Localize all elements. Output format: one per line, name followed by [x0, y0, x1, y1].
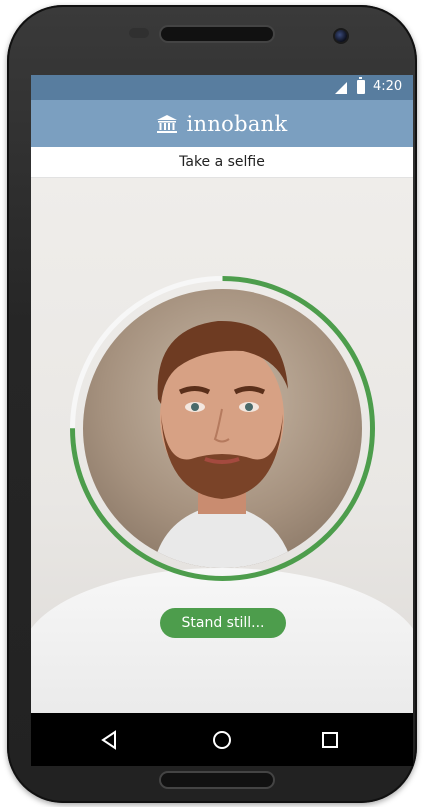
proximity-sensor [129, 28, 149, 38]
status-time: 4:20 [373, 79, 403, 94]
status-badge: Stand still... [160, 608, 286, 638]
battery-charging-icon [357, 77, 365, 94]
bottom-speaker [161, 773, 273, 787]
selfie-preview [83, 289, 362, 568]
home-icon[interactable] [208, 726, 236, 754]
front-camera-icon [335, 30, 347, 42]
page-title: Take a selfie [31, 147, 413, 178]
back-icon[interactable] [95, 726, 123, 754]
device-screen: 4:20 innobank Take a selfie Stand still.… [31, 75, 413, 766]
navigation-bar [31, 713, 413, 766]
camera-preview: Stand still... [31, 178, 413, 766]
recents-icon[interactable] [316, 726, 344, 754]
bank-icon [157, 114, 178, 133]
brand-name: innobank [186, 111, 288, 136]
face-illustration [153, 320, 293, 568]
app-bar: innobank [31, 100, 413, 147]
earpiece-speaker [161, 27, 273, 41]
status-bar: 4:20 [31, 75, 413, 100]
signal-icon [335, 82, 347, 94]
